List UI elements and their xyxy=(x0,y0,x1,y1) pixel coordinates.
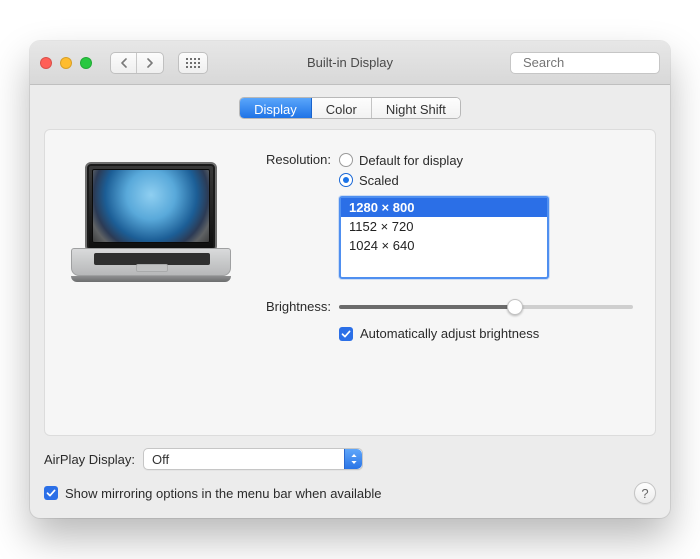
tab-night-shift[interactable]: Night Shift xyxy=(372,98,460,118)
settings-column: Resolution: Default for display Scaled xyxy=(257,148,639,345)
search-field[interactable] xyxy=(510,52,660,74)
show-mirroring-label: Show mirroring options in the menu bar w… xyxy=(65,486,382,501)
tab-display[interactable]: Display xyxy=(240,98,312,118)
tab-label: Color xyxy=(326,102,357,117)
resolution-list[interactable]: 1280 × 800 1152 × 720 1024 × 640 xyxy=(339,196,549,279)
bottom-area: AirPlay Display: Off Show mirroring opti… xyxy=(44,448,656,504)
help-icon: ? xyxy=(641,486,648,501)
laptop-icon xyxy=(71,162,231,282)
resolution-label: Resolution: xyxy=(257,150,339,167)
resolution-option[interactable]: 1024 × 640 xyxy=(341,236,547,255)
tab-color[interactable]: Color xyxy=(312,98,372,118)
tabs: Display Color Night Shift xyxy=(239,97,461,119)
radio-icon xyxy=(339,153,353,167)
brightness-label: Brightness: xyxy=(257,297,339,314)
option-label: 1280 × 800 xyxy=(349,200,414,215)
brightness-slider[interactable] xyxy=(339,305,633,309)
content-area: Display Color Night Shift xyxy=(30,85,670,518)
resolution-option[interactable]: 1152 × 720 xyxy=(341,217,547,236)
slider-thumb[interactable] xyxy=(507,299,523,315)
display-illustration xyxy=(61,152,241,292)
checkbox-icon xyxy=(339,327,353,341)
airplay-label: AirPlay Display: xyxy=(44,452,135,467)
help-button[interactable]: ? xyxy=(634,482,656,504)
back-button[interactable] xyxy=(111,53,137,73)
forward-button[interactable] xyxy=(137,53,163,73)
search-input[interactable] xyxy=(521,54,670,71)
stepper-arrows-icon xyxy=(344,449,362,469)
titlebar: Built-in Display xyxy=(30,41,670,85)
option-label: 1024 × 640 xyxy=(349,238,414,253)
radio-icon xyxy=(339,173,353,187)
radio-scaled[interactable]: Scaled xyxy=(339,170,639,190)
checkbox-icon xyxy=(44,486,58,500)
option-label: 1152 × 720 xyxy=(349,219,413,234)
radio-label: Scaled xyxy=(359,173,399,188)
radio-label: Default for display xyxy=(359,153,463,168)
radio-default-for-display[interactable]: Default for display xyxy=(339,150,639,170)
grid-icon xyxy=(186,58,200,68)
airplay-selected-value: Off xyxy=(152,452,169,467)
nav-segment xyxy=(110,52,164,74)
close-window-button[interactable] xyxy=(40,57,52,69)
airplay-select[interactable]: Off xyxy=(143,448,363,470)
tab-label: Display xyxy=(254,102,297,117)
tab-label: Night Shift xyxy=(386,102,446,117)
chevron-left-icon xyxy=(120,58,128,68)
minimize-window-button[interactable] xyxy=(60,57,72,69)
window-controls xyxy=(40,57,92,69)
tabs-row: Display Color Night Shift xyxy=(44,97,656,119)
show-all-button[interactable] xyxy=(178,52,208,74)
auto-brightness-label: Automatically adjust brightness xyxy=(360,326,539,341)
zoom-window-button[interactable] xyxy=(80,57,92,69)
chevron-right-icon xyxy=(146,58,154,68)
displays-pref-window: Built-in Display Display Color Night Shi… xyxy=(30,41,670,518)
display-panel: Resolution: Default for display Scaled xyxy=(44,129,656,436)
resolution-option[interactable]: 1280 × 800 xyxy=(341,198,547,217)
show-mirroring-checkbox[interactable]: Show mirroring options in the menu bar w… xyxy=(44,486,382,501)
auto-brightness-checkbox[interactable]: Automatically adjust brightness xyxy=(339,326,639,341)
